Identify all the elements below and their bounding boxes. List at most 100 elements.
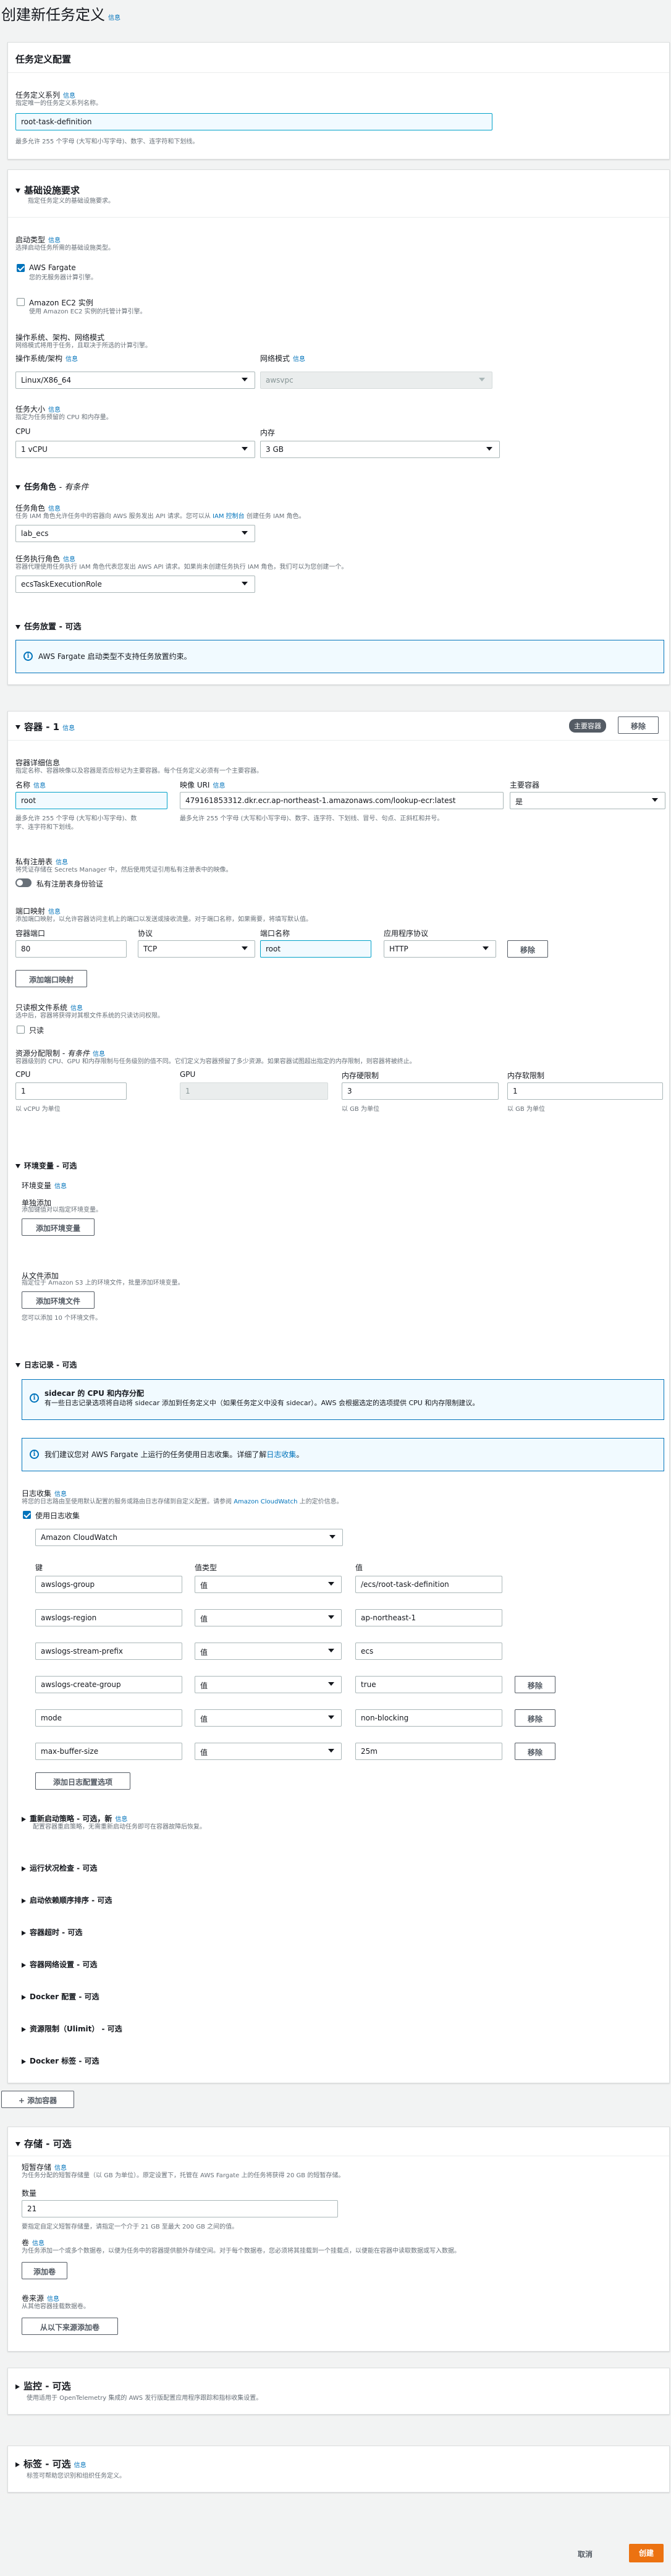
log-option-value-input[interactable]: non-blocking [355, 1709, 502, 1727]
task-role-select[interactable]: lab_ecs [15, 525, 255, 542]
essential-select[interactable]: 是 [510, 792, 665, 809]
hard-limit-input[interactable]: 3 [342, 1082, 499, 1100]
add-port-mapping-button[interactable]: 添加端口映射 [15, 970, 87, 987]
readonly-checkbox[interactable] [17, 1026, 25, 1034]
docker-config-toggle[interactable]: Docker 配置 - 可选 [22, 1991, 99, 2002]
info-link[interactable]: 信息 [62, 725, 75, 732]
info-link[interactable]: 信息 [48, 506, 61, 512]
log-option-key-input[interactable]: awslogs-group [35, 1576, 182, 1593]
os-select[interactable]: Linux/X86_64 [15, 372, 255, 389]
infrastructure-toggle[interactable]: 基础设施要求 [15, 184, 80, 197]
log-option-value-input[interactable]: ecs [355, 1643, 502, 1660]
remove-log-option-button[interactable]: 移除 [515, 1709, 555, 1727]
family-input[interactable]: root-task-definition [15, 113, 492, 130]
docker-labels-toggle[interactable]: Docker 标签 - 可选 [22, 2055, 99, 2066]
add-log-option-button[interactable]: 添加日志配置选项 [35, 1772, 130, 1790]
log-option-value-input[interactable]: true [355, 1676, 502, 1693]
log-option-key-input[interactable]: awslogs-stream-prefix [35, 1643, 182, 1660]
log-option-key-input[interactable]: awslogs-region [35, 1609, 182, 1626]
info-link[interactable]: 信息 [93, 1051, 105, 1058]
add-env-var-button[interactable]: 添加环境变量 [22, 1218, 95, 1236]
log-option-key-input[interactable]: mode [35, 1709, 182, 1727]
ulimit-toggle[interactable]: 资源限制（Ulimit） - 可选 [22, 2023, 122, 2034]
ec2-checkbox[interactable] [17, 298, 25, 306]
log-option-type-select[interactable]: 值 [195, 1609, 342, 1626]
info-link[interactable]: 信息 [54, 1491, 67, 1498]
task-roles-toggle[interactable]: 任务角色 - 有条件 [15, 480, 88, 492]
info-link[interactable]: 信息 [74, 2462, 87, 2469]
info-link[interactable]: 信息 [48, 237, 61, 244]
tags-toggle[interactable]: 标签 - 可选 信息 [15, 2457, 87, 2470]
add-volume-from-button[interactable]: 从以下来源添加卷 [22, 2318, 118, 2335]
log-option-value-input[interactable]: 25m [355, 1743, 502, 1760]
cloudwatch-link[interactable]: Amazon CloudWatch [234, 1498, 297, 1505]
create-button[interactable]: 创建 [629, 2544, 664, 2562]
monitoring-toggle[interactable]: 监控 - 可选 [15, 2379, 71, 2392]
info-link[interactable]: 信息 [56, 859, 68, 866]
log-destination-select[interactable]: Amazon CloudWatch [35, 1529, 343, 1546]
remove-port-button[interactable]: 移除 [507, 940, 548, 958]
info-link[interactable]: 信息 [33, 783, 46, 789]
log-option-type-select[interactable]: 值 [195, 1743, 342, 1760]
fargate-checkbox[interactable] [17, 264, 25, 272]
log-option-type-select[interactable]: 值 [195, 1643, 342, 1660]
info-link[interactable]: 信息 [213, 783, 225, 789]
info-link[interactable]: 信息 [54, 1183, 67, 1190]
placement-toggle[interactable]: 任务放置 - 可选 [15, 620, 81, 632]
info-link[interactable]: 信息 [54, 2165, 67, 2172]
memory-select[interactable]: 3 GB [260, 441, 500, 458]
gpu-input[interactable]: 1 [180, 1082, 328, 1100]
log-option-key-input[interactable]: max-buffer-size [35, 1743, 182, 1760]
remove-log-option-button[interactable]: 移除 [515, 1676, 555, 1693]
private-registry-toggle[interactable] [15, 878, 32, 887]
info-link[interactable]: 信息 [32, 2240, 44, 2247]
port-name-input[interactable]: root [260, 940, 371, 958]
log-option-value-input[interactable]: ap-northeast-1 [355, 1609, 502, 1626]
storage-toggle[interactable]: 存储 - 可选 [15, 2137, 72, 2150]
restart-policy-toggle[interactable]: 重新启动策略 - 可选，新 信息 [22, 1813, 127, 1824]
cancel-button[interactable]: 取消 [578, 2549, 593, 2559]
info-link[interactable]: 信息 [70, 1005, 83, 1012]
log-option-type-select[interactable]: 值 [195, 1709, 342, 1727]
container-toggle[interactable]: 容器 - 1 信息 [15, 720, 75, 733]
logging-toggle[interactable]: 日志记录 - 可选 [15, 1359, 77, 1370]
network-mode-select[interactable]: awsvpc [260, 372, 492, 389]
cpu-select[interactable]: 1 vCPU [15, 441, 255, 458]
log-option-key-input[interactable]: awslogs-create-group [35, 1676, 182, 1693]
info-link[interactable]: 信息 [48, 909, 61, 916]
env-vars-toggle[interactable]: 环境变量 - 可选 [15, 1160, 77, 1171]
info-link[interactable]: 信息 [115, 1816, 127, 1823]
add-container-button[interactable]: + 添加容器 [1, 2091, 74, 2108]
name-hint: 字、连字符和下划线。 [15, 824, 77, 831]
info-link[interactable]: 信息 [65, 356, 78, 363]
container-network-toggle[interactable]: 容器网络设置 - 可选 [22, 1959, 97, 1970]
health-check-toggle[interactable]: 运行状况检查 - 可选 [22, 1863, 97, 1873]
container-timeout-toggle[interactable]: 容器超时 - 可选 [22, 1927, 82, 1937]
log-option-value-input[interactable]: /ecs/root-task-definition [355, 1576, 502, 1593]
info-link[interactable]: 信息 [63, 556, 75, 563]
info-link[interactable]: 信息 [48, 407, 61, 414]
quantity-input[interactable]: 21 [22, 2200, 338, 2217]
info-link[interactable]: 信息 [293, 356, 305, 363]
info-link[interactable]: 信息 [108, 15, 120, 22]
log-collection-link[interactable]: 日志收集 [266, 1450, 296, 1459]
info-link[interactable]: 信息 [47, 2296, 59, 2303]
container-name-input[interactable]: root [15, 792, 167, 809]
limit-cpu-input[interactable]: 1 [15, 1082, 127, 1100]
use-log-collection-checkbox[interactable] [23, 1511, 31, 1519]
startup-order-toggle[interactable]: 启动依赖顺序排序 - 可选 [22, 1895, 112, 1905]
remove-container-button[interactable]: 移除 [618, 716, 659, 734]
protocol-select[interactable]: TCP [138, 940, 255, 958]
add-env-file-button[interactable]: 添加环境文件 [22, 1291, 95, 1309]
remove-log-option-button[interactable]: 移除 [515, 1743, 555, 1760]
soft-limit-input[interactable]: 1 [507, 1082, 663, 1100]
container-port-input[interactable]: 80 [15, 940, 127, 958]
add-volume-button[interactable]: 添加卷 [22, 2262, 67, 2279]
exec-role-select[interactable]: ecsTaskExecutionRole [15, 576, 255, 593]
iam-console-link[interactable]: IAM 控制台 [213, 513, 245, 520]
log-option-type-select[interactable]: 值 [195, 1576, 342, 1593]
info-link[interactable]: 信息 [63, 93, 75, 100]
log-option-type-select[interactable]: 值 [195, 1676, 342, 1693]
image-uri-input[interactable]: 479161853312.dkr.ecr.ap-northeast-1.amaz… [180, 792, 504, 809]
app-protocol-select[interactable]: HTTP [384, 940, 496, 958]
